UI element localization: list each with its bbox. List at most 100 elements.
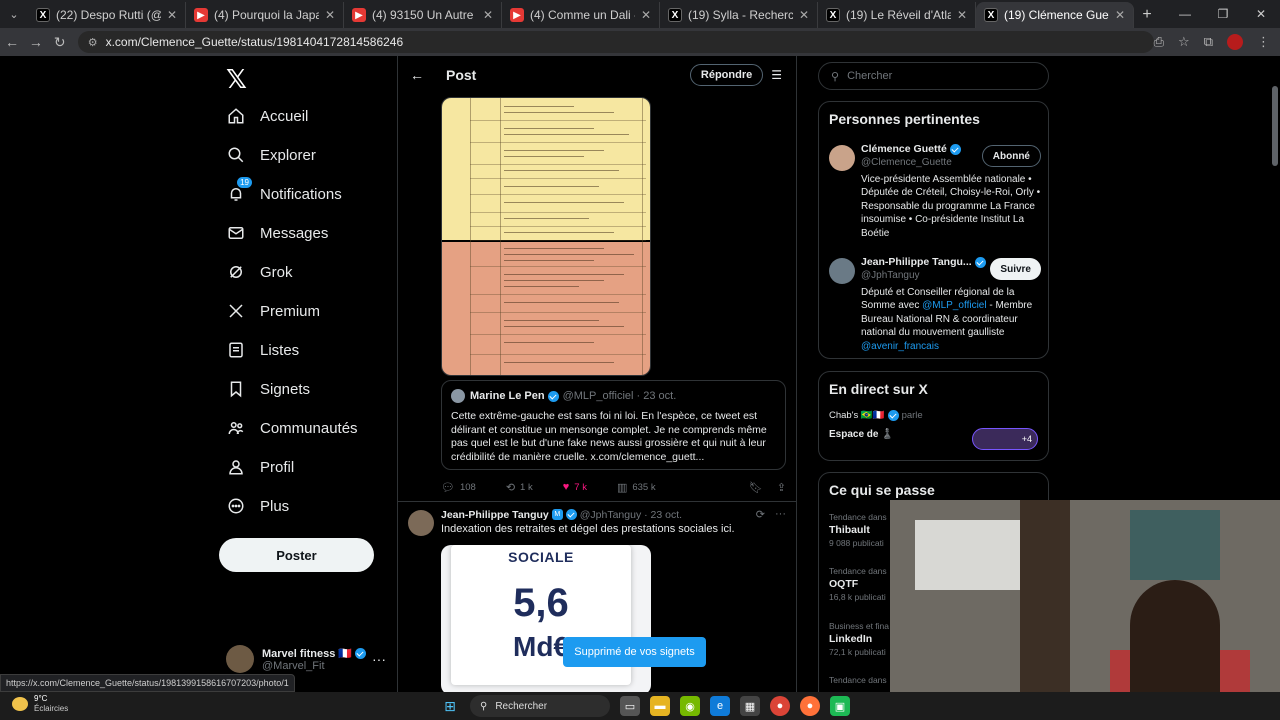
account-switcher[interactable]: Marvel fitness 🇫🇷 @Marvel_Fit ···	[226, 642, 386, 676]
weather-desc: Éclaircies	[34, 704, 69, 713]
post-button[interactable]: Poster	[219, 538, 374, 572]
grok-icon[interactable]: ⟳	[756, 508, 765, 521]
sliders-icon[interactable]: ☰	[771, 68, 782, 82]
browser-tab[interactable]: X (19) Le Réveil d'Atlas (@lereveil ✕	[818, 2, 976, 28]
restore-icon[interactable]: ❐	[1204, 7, 1242, 21]
site-info-icon[interactable]: ⚙	[88, 36, 98, 49]
trend-item[interactable]: Tendance dans Thibault 9 088 publicati	[829, 512, 887, 548]
bookmark-icon[interactable]: 🔖︎	[749, 481, 763, 494]
bookmark-star-icon[interactable]: ☆	[1178, 34, 1190, 50]
close-tab-icon[interactable]: ✕	[167, 8, 177, 22]
nav-item-messages[interactable]: Messages	[226, 218, 328, 248]
chrome-icon[interactable]: ●	[770, 696, 790, 716]
close-tab-icon[interactable]: ✕	[641, 8, 651, 22]
trend-category: Tendance dans	[829, 512, 887, 522]
scrollbar-thumb[interactable]	[1272, 86, 1278, 166]
close-tab-icon[interactable]: ✕	[1115, 8, 1125, 22]
live-host-name: Chab's 🇧🇷🇫🇷	[829, 410, 885, 421]
nav-item-listes[interactable]: Listes	[226, 335, 299, 365]
trend-item[interactable]: Tendance dans	[829, 675, 887, 685]
quoted-post[interactable]: Marine Le Pen @MLP_officiel · 23 oct. Ce…	[441, 380, 786, 470]
browser-tab[interactable]: X (22) Despo Rutti (@MajsterOffi ✕	[28, 2, 186, 28]
following-button[interactable]: Abonné	[981, 145, 1041, 167]
nav-item-notifications[interactable]: 19 Notifications	[226, 177, 342, 209]
install-app-icon[interactable]: ⎙	[1154, 34, 1164, 50]
views-action[interactable]: ▥ 635 k	[617, 481, 656, 494]
webcam-overlay	[890, 500, 1280, 692]
nav-item-plus[interactable]: Plus	[226, 491, 289, 521]
browser-tab[interactable]: ▶ (4) 93150 Un Autre Football Ep ✕	[344, 2, 502, 28]
minimize-icon[interactable]: —	[1166, 7, 1204, 21]
repost-action[interactable]: ⟲ 1 k	[506, 481, 533, 494]
address-bar[interactable]: ⚙ x.com/Clemence_Guette/status/198140417…	[77, 31, 1154, 53]
tab-search-icon[interactable]: ⌄	[0, 0, 28, 28]
bookmark-icon	[226, 379, 246, 399]
mention-link[interactable]: @MLP_officiel	[922, 300, 986, 311]
like-count: 7 k	[574, 481, 587, 493]
nav-label: Premium	[260, 302, 321, 320]
taskbar-search[interactable]: ⚲ Rechercher	[470, 695, 610, 717]
extensions-icon[interactable]: ⧉	[1204, 34, 1213, 50]
browser-tab[interactable]: ▶ (4) Comme un Dali - YouTube ✕	[502, 2, 660, 28]
close-tab-icon[interactable]: ✕	[483, 8, 493, 22]
relevant-people-panel: Personnes pertinentes Clémence Guetté @C…	[818, 101, 1049, 359]
verified-badge-icon	[565, 509, 577, 520]
table-lines	[442, 98, 650, 375]
repost-count: 1 k	[520, 481, 533, 493]
trend-item[interactable]: Business et fina LinkedIn 72,1 k publica…	[829, 621, 889, 657]
nav-item-signets[interactable]: Signets	[226, 374, 310, 404]
nav-item-accueil[interactable]: Accueil	[226, 101, 308, 131]
edge-icon[interactable]: e	[710, 696, 730, 716]
store-icon[interactable]: ▦	[740, 696, 760, 716]
mention-link[interactable]: @avenir_francais	[861, 341, 939, 352]
nav-item-explorer[interactable]: Explorer	[226, 140, 316, 170]
reply-action[interactable]: 💬︎ 108	[441, 481, 476, 494]
search-input[interactable]: ⚲ Chercher	[818, 62, 1049, 90]
reply-icon: 💬︎	[441, 481, 455, 494]
more-options-icon[interactable]: ···	[372, 651, 386, 667]
forward-arrow-icon[interactable]: →	[24, 34, 48, 50]
back-arrow-icon[interactable]: ←	[410, 67, 424, 83]
nav-item-communautes[interactable]: Communautés	[226, 413, 358, 443]
post-image[interactable]	[441, 97, 651, 376]
window-controls: — ❐ ✕	[1166, 0, 1280, 28]
follow-button[interactable]: Suivre	[990, 258, 1041, 280]
browser-tab[interactable]: ▶ (4) Pourquoi la Japanimation v ✕	[186, 2, 344, 28]
weather-widget[interactable]: 9°C Éclaircies	[12, 694, 68, 714]
live-listeners-pill[interactable]: +4	[972, 428, 1038, 450]
taskbar-apps: ⊞ ⚲ Rechercher ▭ ▬ ◉ e ▦ ● ● ▣	[440, 694, 850, 718]
more-options-icon[interactable]: ···	[775, 508, 786, 521]
tab-title: (4) Pourquoi la Japanimation v	[214, 8, 319, 22]
nav-item-premium[interactable]: Premium	[226, 296, 320, 326]
x-logo-icon[interactable]: 𝕏	[226, 64, 247, 95]
new-tab-button[interactable]: +	[1134, 2, 1160, 28]
post-detail-column: ← Post Répondre ☰ Marine Le Pen @MLP_off…	[397, 56, 797, 692]
trend-item[interactable]: Tendance dans OQTF 16,8 k publicati	[829, 566, 887, 602]
back-arrow-icon[interactable]: ←	[0, 34, 24, 50]
task-view-icon[interactable]: ▭	[620, 696, 640, 716]
file-explorer-icon[interactable]: ▬	[650, 696, 670, 716]
tab-title: (19) Clémence Guetté sur X : "	[1004, 8, 1109, 22]
nvidia-icon[interactable]: ◉	[680, 696, 700, 716]
browser-menu-icon[interactable]: ⋮	[1257, 34, 1270, 50]
reload-icon[interactable]: ↻	[48, 34, 72, 51]
reply-button[interactable]: Répondre	[689, 64, 764, 86]
nav-item-profil[interactable]: Profil	[226, 452, 294, 482]
share-icon[interactable]: ⇪	[777, 481, 786, 494]
like-action[interactable]: ♥ 7 k	[563, 481, 587, 493]
nav-item-grok[interactable]: Grok	[226, 257, 293, 287]
windows-start-icon[interactable]: ⊞	[440, 696, 460, 716]
browser-tab-active[interactable]: X (19) Clémence Guetté sur X : " ✕	[976, 2, 1134, 28]
space-title[interactable]: Espace de ♟️	[829, 429, 894, 440]
browser-tab[interactable]: X (19) Sylla - Recherche / X ✕	[660, 2, 818, 28]
reply-image[interactable]: SOCIALE 5,6 Md€	[441, 545, 651, 692]
close-tab-icon[interactable]: ✕	[799, 8, 809, 22]
person-bio: Député et Conseiller régional de la Somm…	[861, 287, 1033, 352]
profile-avatar-icon[interactable]	[1227, 34, 1243, 50]
close-tab-icon[interactable]: ✕	[957, 8, 967, 22]
close-window-icon[interactable]: ✕	[1242, 7, 1280, 21]
app-icon[interactable]: ▣	[830, 696, 850, 716]
firefox-icon[interactable]: ●	[800, 696, 820, 716]
toast-notification: Supprimé de vos signets	[563, 637, 706, 667]
close-tab-icon[interactable]: ✕	[325, 8, 335, 22]
